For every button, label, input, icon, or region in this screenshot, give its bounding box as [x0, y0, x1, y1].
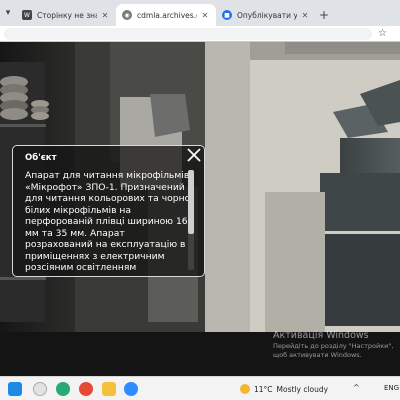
popup-scrollbar-thumb[interactable]	[188, 170, 194, 234]
watermark-subtitle: Перейдіть до розділу "Настройки", щоб ак…	[273, 342, 394, 359]
search-icon[interactable]	[33, 382, 47, 396]
chrome-icon[interactable]	[79, 382, 93, 396]
close-icon[interactable]	[186, 147, 202, 163]
tray-chevron-icon[interactable]: ^	[353, 383, 360, 392]
zoom-icon[interactable]	[124, 382, 138, 396]
popup-title: Об'єкт	[25, 153, 57, 163]
widgets-icon[interactable]	[56, 382, 70, 396]
weather-description: Mostly cloudy	[276, 384, 329, 394]
wiki-icon: W	[22, 10, 32, 20]
explorer-icon[interactable]	[102, 382, 116, 396]
weather-temperature: 11°C	[254, 384, 273, 394]
bookmark-star-icon[interactable]: ☆	[378, 27, 387, 41]
tab-title: cdmla.archives.gov.ua/floor3/	[137, 10, 197, 20]
tab-search-icon[interactable]: ▾	[0, 0, 16, 26]
weather-widget[interactable]: 11°C Mostly cloudy	[240, 382, 328, 396]
tab-title: Опублікувати учасника • Zoom	[237, 10, 297, 20]
tab-cdmla-floor3[interactable]: ◉ cdmla.archives.gov.ua/floor3/ ✕	[116, 4, 216, 26]
language-indicator[interactable]: ENG	[384, 384, 399, 392]
windows-taskbar: 11°C Mostly cloudy ^ ENG	[0, 376, 400, 400]
tab-zoom[interactable]: ■ Опублікувати учасника • Zoom ✕	[216, 4, 316, 26]
object-info-popup: Об'єкт Апарат для читання мікрофільмів «…	[12, 145, 205, 277]
windows-activation-watermark: Активація Windows Перейдіть до розділу "…	[273, 330, 400, 359]
close-tab-icon[interactable]: ✕	[300, 11, 310, 20]
popup-description: Апарат для читання мікрофільмів «Мікрофо…	[25, 170, 194, 273]
watermark-title: Активація Windows	[273, 330, 369, 341]
url-input[interactable]	[4, 28, 372, 40]
tab-page-not-found[interactable]: W Сторінку не знайдено | Центр ✕	[16, 4, 116, 26]
zoom-icon: ■	[222, 10, 232, 20]
address-bar: ☆	[0, 26, 400, 42]
globe-icon: ◉	[122, 10, 132, 20]
start-icon[interactable]	[8, 382, 22, 396]
tab-title: Сторінку не знайдено | Центр	[37, 10, 97, 20]
sun-cloud-icon	[240, 384, 250, 394]
browser-tab-strip: ▾ W Сторінку не знайдено | Центр ✕ ◉ cdm…	[0, 0, 400, 26]
new-tab-button[interactable]: +	[316, 4, 332, 26]
close-tab-icon[interactable]: ✕	[200, 11, 210, 20]
close-tab-icon[interactable]: ✕	[100, 11, 110, 20]
virtual-tour-viewport[interactable]: Об'єкт Апарат для читання мікрофільмів «…	[0, 42, 400, 376]
